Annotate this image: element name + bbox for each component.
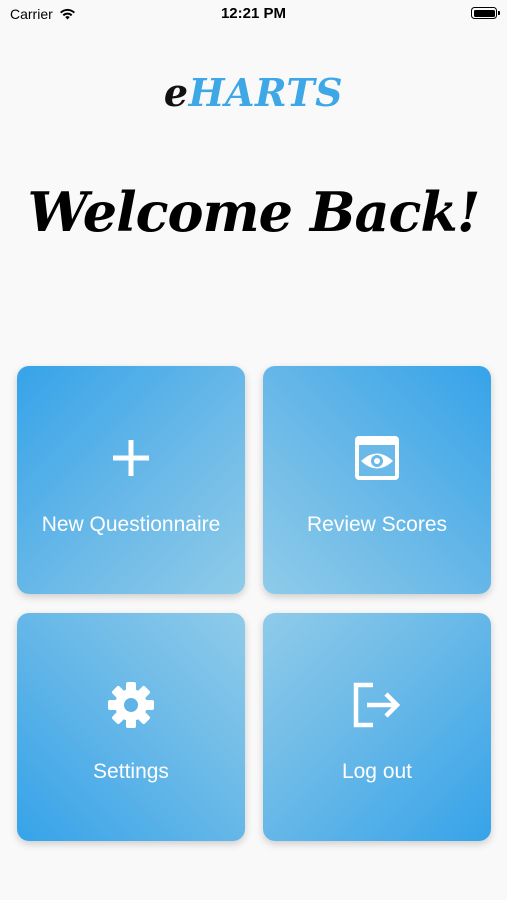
logout-icon bbox=[263, 680, 491, 730]
review-scores-button[interactable]: Review Scores bbox=[263, 366, 491, 594]
status-time: 12:21 PM bbox=[220, 5, 287, 22]
gear-icon bbox=[17, 680, 245, 730]
logo-prefix: e bbox=[163, 70, 189, 115]
battery-icon bbox=[471, 7, 500, 19]
logout-label: Log out bbox=[341, 760, 413, 783]
review-scores-label: Review Scores bbox=[306, 513, 448, 536]
app-logo: eHARTS bbox=[0, 68, 507, 118]
settings-button[interactable]: Settings bbox=[17, 613, 245, 841]
welcome-title: Welcome Back! bbox=[27, 180, 481, 244]
new-questionnaire-label: New Questionnaire bbox=[41, 513, 221, 536]
eye-icon bbox=[263, 433, 491, 483]
settings-label: Settings bbox=[93, 760, 169, 783]
logout-button[interactable]: Log out bbox=[263, 613, 491, 841]
logo-name: HARTS bbox=[188, 70, 344, 115]
plus-icon bbox=[17, 433, 245, 483]
new-questionnaire-button[interactable]: New Questionnaire bbox=[17, 366, 245, 594]
status-bar: Carrier 12:21 PM bbox=[0, 0, 507, 28]
